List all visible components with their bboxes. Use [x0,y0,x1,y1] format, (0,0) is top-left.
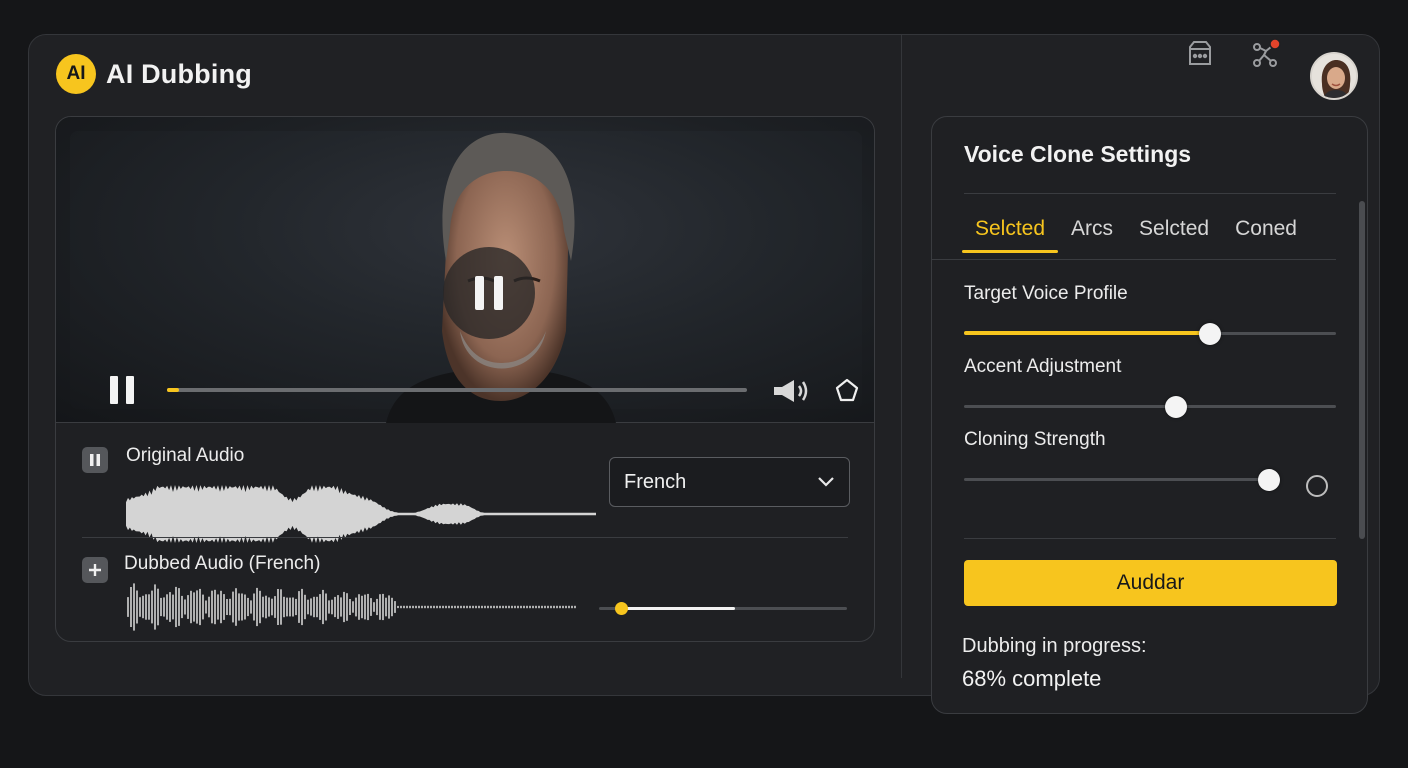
original-waveform[interactable] [126,483,601,545]
setting-accent-adjustment: Accent Adjustment [964,356,1336,418]
plus-icon[interactable] [82,557,108,583]
slider-track [964,478,1274,481]
cloning-strength-slider[interactable] [964,467,1284,491]
setting-target-voice-profile: Target Voice Profile [964,283,1336,345]
slider-track [964,405,1336,408]
slider-knob[interactable] [615,602,628,615]
slider-knob[interactable] [1165,396,1188,418]
panel-divider [901,34,902,678]
tab-selected-2[interactable]: Selcted [1126,217,1222,253]
language-select-value: French [624,470,687,493]
slider-knob[interactable] [1258,469,1281,491]
setting-cloning-strength: Cloning Strength [964,429,1336,497]
dubbed-waveform[interactable] [126,581,581,633]
dubbed-audio-slider[interactable] [599,599,847,619]
setting-label: Accent Adjustment [964,356,1122,377]
settings-tabs: Selcted Arcs Selcted Coned [962,217,1310,253]
dubbed-audio-label: Dubbed Audio (French) [124,553,321,574]
video-player-card: Original Audio French Dubbed Audio (Fren… [55,116,875,642]
scrollbar[interactable] [1359,201,1365,539]
playback-progress-fill [167,388,179,392]
network-icon[interactable] [1246,34,1286,74]
pause-bar [475,276,484,310]
setting-label: Cloning Strength [964,429,1106,450]
tab-coned[interactable]: Coned [1222,217,1310,253]
cloning-strength-radio[interactable] [1306,475,1328,497]
original-audio-label: Original Audio [126,445,245,466]
volume-icon[interactable] [772,377,812,405]
pause-bar [110,376,118,404]
chat-icon[interactable] [1180,34,1220,74]
tabs-underline [932,259,1336,260]
voice-clone-settings-panel: Voice Clone Settings Selcted Arcs Selcte… [931,116,1368,714]
original-audio-track: Original Audio French [82,437,850,543]
tab-selected-1[interactable]: Selcted [962,217,1059,253]
accent-adjustment-slider[interactable] [964,394,1336,418]
dubbed-audio-track: Dubbed Audio (French) [82,549,848,635]
slider-knob[interactable] [1198,323,1221,345]
app-title: AI Dubbing [106,58,252,89]
pause-icon[interactable] [110,376,140,406]
brand-logo-icon: AI [56,54,96,94]
chevron-down-icon [818,477,834,487]
panel-divider [964,193,1336,194]
language-select[interactable]: French [609,457,850,507]
tab-arcs[interactable]: Arcs [1058,217,1126,253]
pip-icon[interactable] [834,377,860,403]
pause-icon[interactable] [82,447,108,473]
pause-bar [494,276,503,310]
dubbing-status-text: Dubbing in progress: [962,635,1147,657]
dubbing-progress-percent: 68% complete [962,666,1102,691]
playback-progress-bar[interactable] [167,388,747,392]
video-frame [70,131,862,423]
video-area[interactable] [56,117,874,423]
slider-fill [621,607,736,610]
track-divider [82,537,848,538]
target-voice-profile-slider[interactable] [964,321,1336,345]
pause-bar [126,376,134,404]
action-button[interactable]: Auddar [964,560,1337,606]
panel-title: Voice Clone Settings [964,141,1192,167]
slider-fill [964,331,1210,335]
avatar[interactable] [1310,52,1358,100]
center-pause-button[interactable] [443,247,535,339]
panel-divider [964,538,1336,539]
setting-label: Target Voice Profile [964,283,1128,304]
brand: AI AI Dubbing [56,54,252,94]
